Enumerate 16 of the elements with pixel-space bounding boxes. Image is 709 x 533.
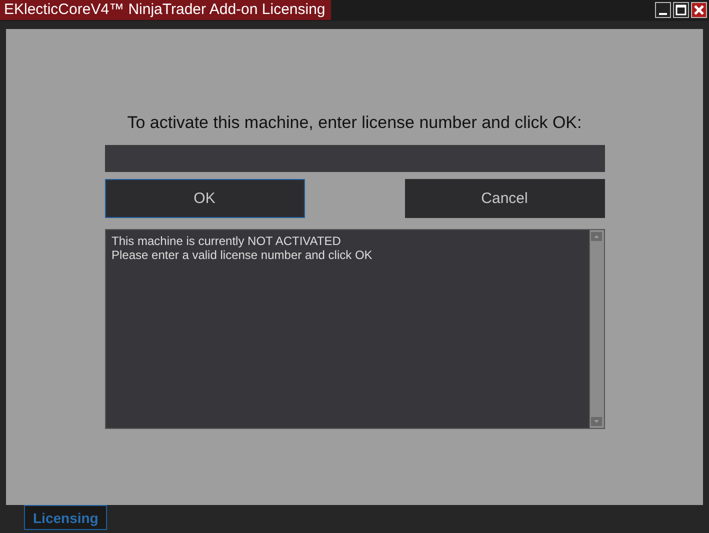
prompt-text: To activate this machine, enter license number and click OK: xyxy=(127,112,582,134)
maximize-button[interactable] xyxy=(673,2,689,18)
ok-button[interactable]: OK xyxy=(104,179,304,218)
scroll-up-icon[interactable] xyxy=(591,232,602,241)
license-input-field[interactable] xyxy=(104,145,604,172)
window-title: EKlecticCoreV4™ NinjaTrader Add-on Licensing xyxy=(0,0,332,20)
close-button[interactable] xyxy=(691,2,707,18)
maximize-icon xyxy=(675,4,687,16)
cancel-button[interactable]: Cancel xyxy=(404,179,604,218)
status-line: Please enter a valid license number and click OK xyxy=(112,248,374,262)
minimize-button[interactable] xyxy=(655,2,671,18)
scrollbar[interactable] xyxy=(588,230,604,428)
close-icon xyxy=(693,4,705,16)
minimize-icon xyxy=(659,13,667,15)
status-line: This machine is currently NOT ACTIVATED xyxy=(112,234,342,248)
scroll-down-icon[interactable] xyxy=(591,417,602,426)
